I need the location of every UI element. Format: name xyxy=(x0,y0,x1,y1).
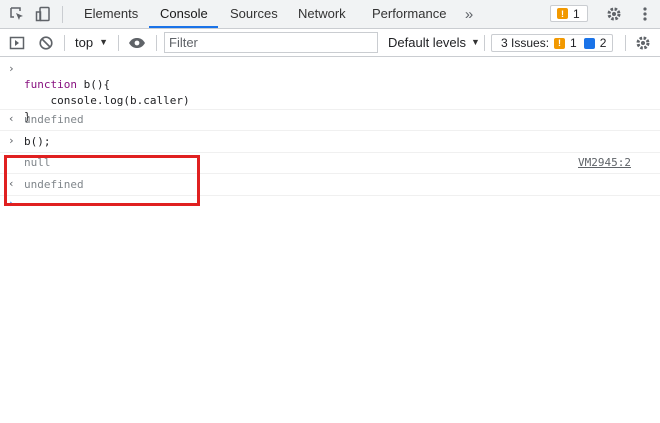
sidebar-toggle-icon[interactable] xyxy=(8,34,26,52)
devtools-tab-bar: Elements Console Sources Network Perform… xyxy=(0,0,660,29)
code-line-2: console.log(b.caller) xyxy=(24,94,190,107)
console-input-entry: › b(); xyxy=(0,132,660,153)
tab-performance[interactable]: Performance xyxy=(372,0,446,28)
issues-info-count: 2 xyxy=(599,36,607,50)
filter-input[interactable] xyxy=(164,32,378,53)
more-options-icon[interactable] xyxy=(636,5,654,23)
issues-button[interactable]: 3 Issues: ! 1 2 xyxy=(491,34,613,52)
input-code: b(); xyxy=(24,135,51,148)
highlight-annotation-box xyxy=(4,155,200,206)
input-prompt-chevron-icon: › xyxy=(8,134,15,147)
live-expression-eye-icon[interactable] xyxy=(128,34,146,52)
tab-elements[interactable]: Elements xyxy=(84,0,138,28)
log-levels-label: Default levels xyxy=(388,35,467,50)
console-settings-gear-icon[interactable] xyxy=(634,34,652,52)
dropdown-arrow-icon: ▼ xyxy=(99,37,108,47)
inspect-element-icon[interactable] xyxy=(8,5,26,23)
context-selector[interactable]: top ▼ xyxy=(75,29,108,56)
result-arrow-icon: ‹ xyxy=(8,112,15,125)
chevron-double-right-icon[interactable]: » xyxy=(460,5,478,23)
warning-icon: ! xyxy=(554,37,566,49)
keyword-function: function xyxy=(24,78,77,91)
console-input-entry: › function b(){ console.log(b.caller) } xyxy=(0,61,660,123)
context-label: top xyxy=(75,35,94,50)
warning-icon: ! xyxy=(557,8,568,19)
tab-network[interactable]: Network xyxy=(298,0,346,28)
tab-console[interactable]: Console xyxy=(160,0,208,28)
console-result-entry: ‹ undefined xyxy=(0,111,660,131)
log-source-link[interactable]: VM2945:2 xyxy=(578,155,631,171)
tab-sources[interactable]: Sources xyxy=(230,0,278,28)
input-prompt-chevron-icon: › xyxy=(8,62,15,75)
warning-count: 1 xyxy=(573,6,580,21)
log-levels-dropdown[interactable]: Default levels ▼ xyxy=(388,29,480,56)
issues-label: 3 Issues: xyxy=(501,36,550,50)
device-toolbar-icon[interactable] xyxy=(34,5,52,23)
console-toolbar: top ▼ Default levels ▼ 3 Issues: ! 1 2 xyxy=(0,29,660,57)
info-message-icon xyxy=(583,37,595,49)
settings-gear-icon[interactable] xyxy=(605,5,623,23)
active-tab-indicator xyxy=(149,26,218,28)
warnings-badge[interactable]: ! 1 xyxy=(550,5,588,22)
code-line-1: b(){ xyxy=(76,78,111,91)
clear-console-icon[interactable] xyxy=(37,34,55,52)
dropdown-arrow-icon: ▼ xyxy=(471,37,480,47)
result-value: undefined xyxy=(24,113,84,126)
issues-warning-count: 1 xyxy=(570,36,577,50)
